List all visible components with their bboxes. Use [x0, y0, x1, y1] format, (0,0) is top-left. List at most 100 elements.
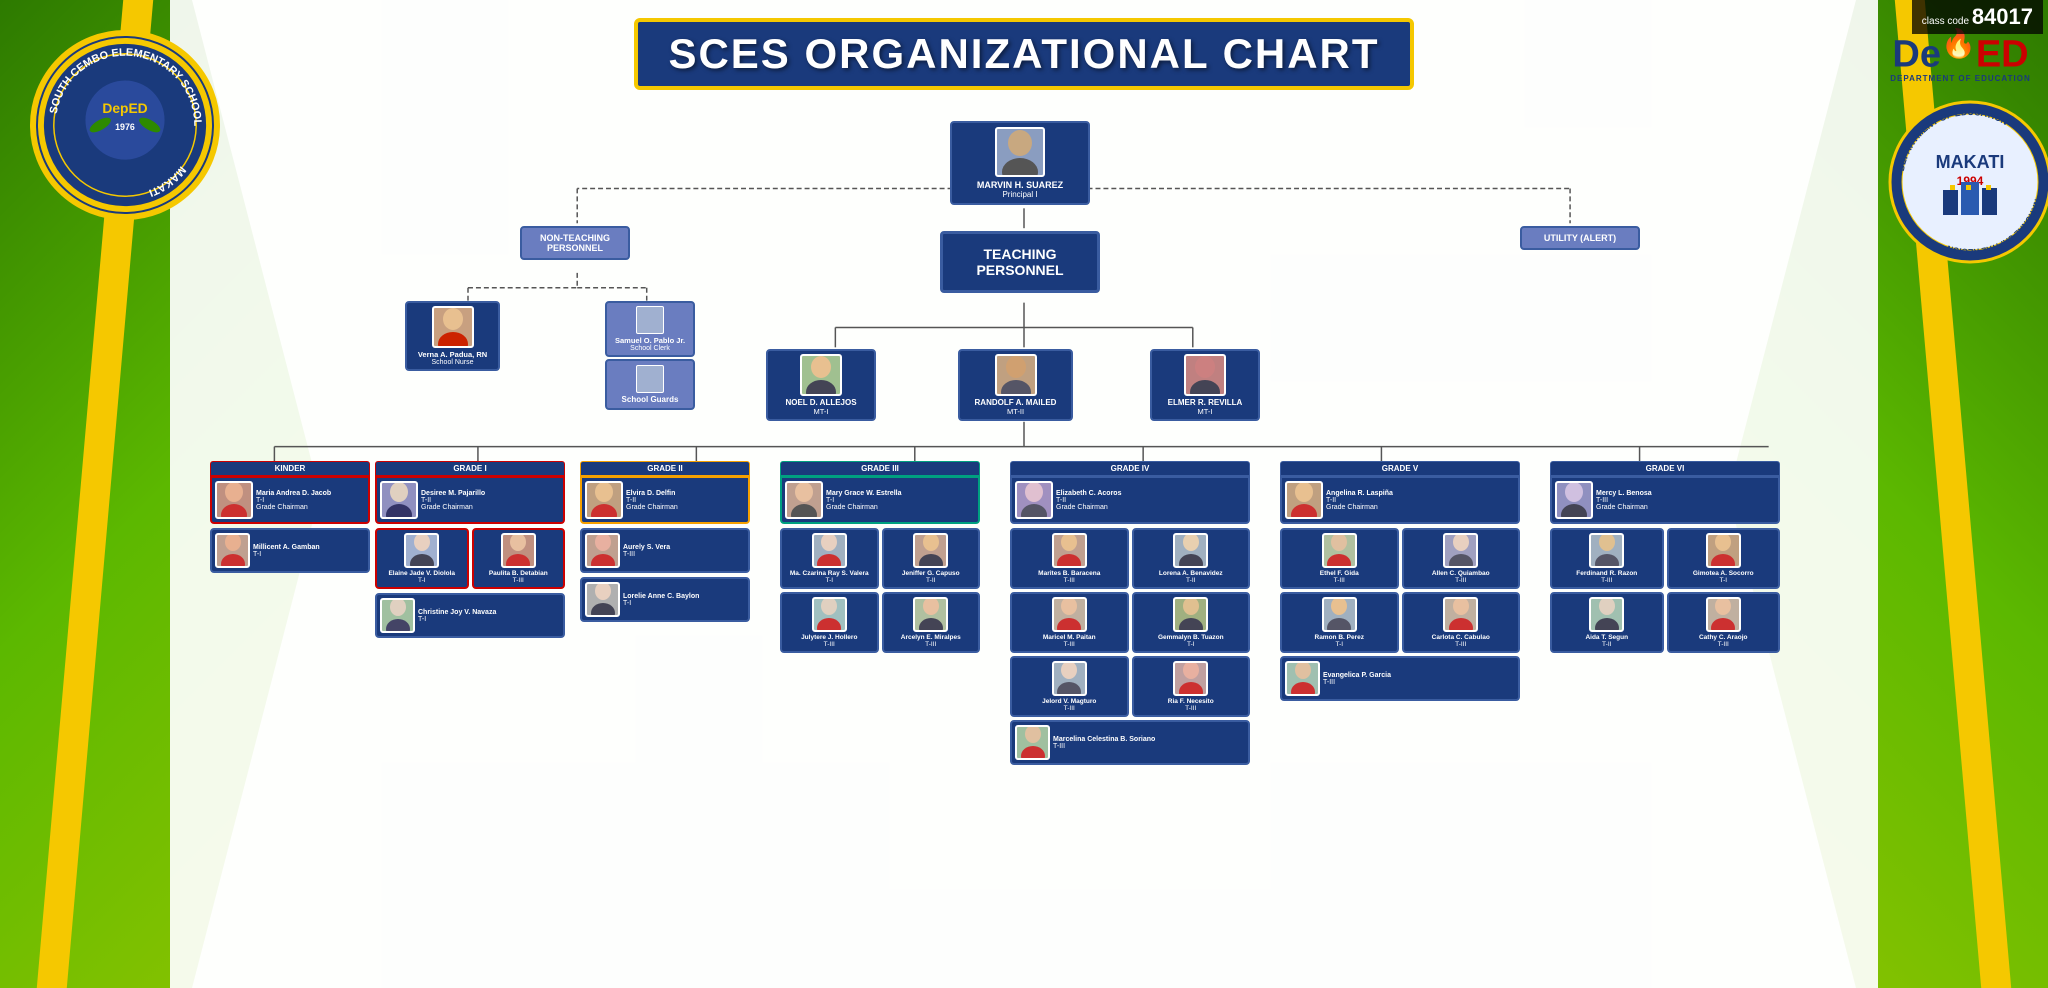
mt1-photo	[800, 354, 842, 396]
grade4-t2: Lorena A. BenavidezT-II	[1132, 528, 1251, 589]
svg-text:DepED: DepED	[102, 100, 147, 116]
nurse-photo	[432, 306, 474, 348]
ed-text: ED	[1976, 34, 2029, 76]
grade4-teachers-row3: Jelord V. MagturoT-III Ria F. NecesitoT-…	[1010, 656, 1250, 717]
deped-subtitle: DEPARTMENT OF EDUCATION	[1878, 74, 2043, 83]
principal-photo	[995, 127, 1045, 177]
grade6-t3: Aida T. SegunT-II	[1550, 592, 1664, 653]
grade3-teachers-row2: Julytere J. Hollero T-III Arcelyn E. Mir…	[780, 592, 980, 653]
mt2-role: MT-II	[1007, 407, 1024, 416]
teaching-label: TEACHING PERSONNEL	[940, 231, 1100, 293]
grade5-teachers-row2: Ramon B. PerezT-I Carlota C. CabulaoT-II…	[1280, 592, 1520, 653]
grade5-t3: Ramon B. PerezT-I	[1280, 592, 1399, 653]
grade5-t4: Carlota C. CabulaoT-III	[1402, 592, 1521, 653]
grade2-label: GRADE II	[580, 461, 750, 476]
makati-seal: DEPARTMENT OF EDUCATION NATIONAL CAPITAL…	[1888, 100, 2048, 265]
mt3-name: ELMER R. REVILLA	[1168, 398, 1243, 407]
school-guards-box: School Guards	[605, 359, 695, 410]
grade6-label: GRADE VI	[1550, 461, 1780, 476]
mt1-role: MT-I	[814, 407, 829, 416]
guards-label: School Guards	[615, 395, 685, 404]
grade4-t7: Marcelina Celestina B. Soriano T-III	[1010, 720, 1250, 765]
grade6-t4: Cathy C. AraojoT-III	[1667, 592, 1781, 653]
grade5-section: GRADE V Angelina R. Laspiña T-II Grade C…	[1280, 461, 1520, 701]
grade4-chairman-row: Elizabeth C. Acoros T-II Grade Chairman	[1015, 481, 1245, 519]
grade5-chairman-photo	[1285, 481, 1323, 519]
mt3-box: ELMER R. REVILLA MT-I	[1150, 349, 1260, 421]
non-teaching-label: NON-TEACHING PERSONNEL	[520, 226, 630, 260]
grade3-t2: Jeniffer G. Capuso T-II	[882, 528, 981, 589]
kinder-chairman-info: Maria Andrea D. Jacob T-I Grade Chairman	[256, 490, 331, 511]
grade4-label: GRADE IV	[1010, 461, 1250, 476]
grade4-section: GRADE IV Elizabeth C. Acoros T-II Grade …	[1010, 461, 1250, 765]
grade4-t3: Maricel M. PaitanT-III	[1010, 592, 1129, 653]
clerk-role: School Clerk	[630, 345, 670, 352]
utility-box: UTILITY (ALERT)	[1520, 226, 1640, 250]
principal-name: MARVIN H. SUAREZ	[977, 180, 1063, 190]
kinder-chairman-row: Maria Andrea D. Jacob T-I Grade Chairman	[215, 481, 365, 519]
grade5-chairman-info: Angelina R. Laspiña T-II Grade Chairman	[1326, 490, 1393, 511]
dep-text: De	[1892, 34, 1941, 76]
grade6-teachers-row2: Aida T. SegunT-II Cathy C. AraojoT-III	[1550, 592, 1780, 653]
kinder-teacher1: Millicent A. Gamban T-I	[210, 528, 370, 573]
class-code-value: 84017	[1972, 4, 2033, 29]
clerk-icon	[636, 306, 664, 334]
grade1-teachers-row1: Elaine Jade V. Diolola T-I Paulita B. De…	[375, 528, 565, 589]
teaching-personnel-box: TEACHING PERSONNEL	[940, 231, 1100, 293]
grade6-teachers-row1: Ferdinand R. RazonT-III Gimotea A. Socor…	[1550, 528, 1780, 589]
kinder-t1-photo	[215, 533, 250, 568]
grade2-section: GRADE II Elvira D. Delfin T-II Grade Cha…	[580, 461, 750, 622]
school-clerk-box: Samuel O. Pablo Jr. School Clerk	[605, 301, 695, 357]
grade4-t1: Marites B. BaracenaT-III	[1010, 528, 1129, 589]
grade1-chairman-photo	[380, 481, 418, 519]
grade5-t2: Allen C. QuiambaoT-III	[1402, 528, 1521, 589]
grade2-t1: Aurely S. Vera T-III	[580, 528, 750, 573]
org-chart-nodes: MARVIN H. SUAREZ Principal I NON-TEACHIN…	[190, 101, 1858, 961]
grade3-section: GRADE III Mary Grace W. Estrella T-I Gra…	[780, 461, 980, 653]
school-logo-circle: SOUTH CEMBO ELEMENTARY SCHOOL MAKATI Dep…	[30, 30, 220, 220]
grade4-t5: Jelord V. MagturoT-III	[1010, 656, 1129, 717]
kinder-t1-info: Millicent A. Gamban T-I	[253, 544, 320, 558]
non-teaching-box: NON-TEACHING PERSONNEL	[520, 226, 630, 260]
kinder-section: KINDER Maria Andrea D. Jacob T-I Grade C…	[210, 461, 370, 573]
grade1-chairman-info: Desiree M. Pajarillo T-II Grade Chairman	[421, 490, 485, 511]
utility-label: UTILITY (ALERT)	[1520, 226, 1640, 250]
grade6-chairman-row: Mercy L. Benosa T-III Grade Chairman	[1555, 481, 1775, 519]
svg-text:1976: 1976	[115, 122, 135, 132]
mt2-name: RANDOLF A. MAILED	[975, 398, 1057, 407]
grade3-chairman-photo	[785, 481, 823, 519]
nurse-role: School Nurse	[431, 359, 473, 366]
grade5-chairman-row: Angelina R. Laspiña T-II Grade Chairman	[1285, 481, 1515, 519]
svg-text:MAKATI: MAKATI	[1936, 152, 2005, 172]
grade6-t2: Gimotea A. SocorroT-I	[1667, 528, 1781, 589]
grade2-chairman-row: Elvira D. Delfin T-II Grade Chairman	[585, 481, 745, 519]
page-title: SCES ORGANIZATIONAL CHART	[658, 30, 1390, 78]
grade5-label: GRADE V	[1280, 461, 1520, 476]
clerk-name: Samuel O. Pablo Jr.	[615, 336, 685, 345]
principal-role: Principal I	[1002, 190, 1037, 199]
grade1-chairman-row: Desiree M. Pajarillo T-II Grade Chairman	[380, 481, 560, 519]
deped-logo: De🔥ED DEPARTMENT OF EDUCATION	[1878, 30, 2043, 83]
grade1-t3: Christine Joy V. Navaza T-I	[375, 593, 565, 638]
grade4-chairman-photo	[1015, 481, 1053, 519]
school-logo: SOUTH CEMBO ELEMENTARY SCHOOL MAKATI Dep…	[30, 30, 230, 230]
grade4-teachers-row2: Maricel M. PaitanT-III Gemmalyn B. Tuazo…	[1010, 592, 1250, 653]
grade2-chairman-photo	[585, 481, 623, 519]
grade4-chairman-info: Elizabeth C. Acoros T-II Grade Chairman	[1056, 490, 1121, 511]
grade3-t4: Arcelyn E. Miralpes T-III	[882, 592, 981, 653]
grade3-t3: Julytere J. Hollero T-III	[780, 592, 879, 653]
grade4-teachers-row1: Marites B. BaracenaT-III Lorena A. Benav…	[1010, 528, 1250, 589]
grade1-t2: Paulita B. Detabian T-III	[472, 528, 566, 589]
grade3-label: GRADE III	[780, 461, 980, 476]
mt2-box: RANDOLF A. MAILED MT-II	[958, 349, 1073, 421]
org-chart-wrapper: MARVIN H. SUAREZ Principal I NON-TEACHIN…	[190, 101, 1858, 961]
header-area: SCES ORGANIZATIONAL CHART	[190, 10, 1858, 96]
title-box: SCES ORGANIZATIONAL CHART	[634, 18, 1414, 90]
grade3-teachers-row1: Ma. Czarina Ray S. Valera T-I Jeniffer G…	[780, 528, 980, 589]
grade1-t1: Elaine Jade V. Diolola T-I	[375, 528, 469, 589]
class-code: class code 84017	[1912, 0, 2043, 34]
kinder-label: KINDER	[210, 461, 370, 476]
grade4-t4: Gemmalyn B. TuazonT-I	[1132, 592, 1251, 653]
mt2-photo	[995, 354, 1037, 396]
principal-box: MARVIN H. SUAREZ Principal I	[950, 121, 1090, 205]
